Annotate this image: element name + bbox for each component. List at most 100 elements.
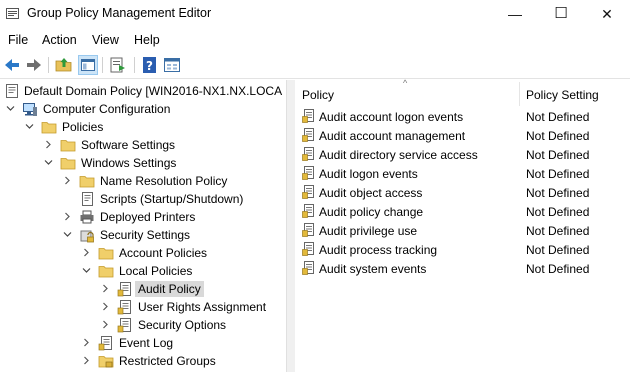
- tree-label: Local Policies: [119, 264, 193, 278]
- details-pane: ^ Policy Policy Setting Audit account lo…: [295, 78, 630, 372]
- chevron-down-icon[interactable]: [63, 230, 72, 239]
- menu-file[interactable]: File: [8, 33, 28, 47]
- tree-label: Security Settings: [100, 228, 191, 242]
- folder-icon: [98, 266, 114, 278]
- minimize-button[interactable]: —: [492, 0, 538, 28]
- column-header-policy[interactable]: Policy: [302, 88, 334, 102]
- policy-item-icon: [302, 109, 314, 123]
- menu-help[interactable]: Help: [134, 33, 160, 47]
- policy-row[interactable]: Audit privilege use Not Defined: [295, 221, 630, 240]
- tree-item-deployed-printers[interactable]: Deployed Printers: [0, 208, 284, 226]
- back-icon[interactable]: [2, 55, 22, 75]
- chevron-right-icon[interactable]: [82, 356, 91, 365]
- tree-label: User Rights Assignment: [138, 300, 267, 314]
- chevron-right-icon[interactable]: [82, 248, 91, 257]
- policy-list-icon: [117, 318, 131, 333]
- computer-icon: [23, 103, 37, 116]
- policy-name: Audit account management: [319, 129, 466, 143]
- policy-row[interactable]: Audit logon events Not Defined: [295, 164, 630, 183]
- chevron-right-icon[interactable]: [101, 320, 110, 329]
- menu-view[interactable]: View: [92, 33, 119, 47]
- column-divider[interactable]: [519, 82, 520, 106]
- printer-icon: [80, 210, 94, 224]
- policy-setting-value: Not Defined: [526, 205, 590, 219]
- policy-setting-value: Not Defined: [526, 148, 590, 162]
- show-hide-tree-icon: [81, 59, 95, 71]
- chevron-right-icon[interactable]: [101, 284, 110, 293]
- policy-name: Audit directory service access: [319, 148, 478, 162]
- sort-ascending-icon: ^: [403, 78, 408, 88]
- policy-setting-value: Not Defined: [526, 243, 590, 257]
- tree-item-computer-configuration[interactable]: Computer Configuration: [0, 100, 284, 118]
- policy-row[interactable]: Audit object access Not Defined: [295, 183, 630, 202]
- folder-icon: [41, 122, 57, 134]
- chevron-down-icon[interactable]: [6, 104, 15, 113]
- title-bar: Group Policy Management Editor — ☐ ✕: [0, 0, 630, 28]
- export-list-icon[interactable]: [108, 55, 128, 75]
- policy-document-icon: [6, 84, 18, 98]
- tree-item-audit-policy[interactable]: Audit Policy: [0, 280, 284, 298]
- chevron-down-icon[interactable]: [44, 158, 53, 167]
- properties-icon[interactable]: [162, 55, 182, 75]
- folder-icon: [79, 176, 95, 188]
- policy-item-icon: [302, 166, 314, 180]
- policy-name: Audit privilege use: [319, 224, 418, 238]
- tree-item-user-rights-assignment[interactable]: User Rights Assignment: [0, 298, 284, 316]
- tree-label: Policies: [62, 120, 104, 134]
- tree-label: Windows Settings: [81, 156, 177, 170]
- chevron-right-icon[interactable]: [63, 176, 72, 185]
- chevron-down-icon[interactable]: [25, 122, 34, 131]
- tree-item-event-log[interactable]: Event Log: [0, 334, 284, 352]
- policy-row[interactable]: Audit account management Not Defined: [295, 126, 630, 145]
- chevron-right-icon[interactable]: [101, 302, 110, 311]
- tree-item-software-settings[interactable]: Software Settings: [0, 136, 284, 154]
- policy-name: Audit logon events: [319, 167, 418, 181]
- policy-item-icon: [302, 204, 314, 218]
- policy-row[interactable]: Audit policy change Not Defined: [295, 202, 630, 221]
- policy-row[interactable]: Audit directory service access Not Define…: [295, 145, 630, 164]
- policy-row[interactable]: Audit system events Not Defined: [295, 259, 630, 278]
- tree-item-restricted-groups[interactable]: Restricted Groups: [0, 352, 284, 370]
- close-button[interactable]: ✕: [584, 0, 630, 28]
- tree-item-root[interactable]: Default Domain Policy [WIN2016-NX1.NX.LO…: [0, 82, 284, 100]
- policy-name: Audit process tracking: [319, 243, 438, 257]
- tree-label: Audit Policy: [135, 281, 204, 297]
- up-folder-icon[interactable]: [54, 55, 74, 75]
- tree-label: Event Log: [119, 336, 174, 350]
- policy-row[interactable]: Audit account logon events Not Defined: [295, 107, 630, 126]
- maximize-button[interactable]: ☐: [538, 0, 584, 28]
- menu-action[interactable]: Action: [42, 33, 77, 47]
- policy-name: Audit system events: [319, 262, 427, 276]
- tree-item-local-policies[interactable]: Local Policies: [0, 262, 284, 280]
- tree-label: Restricted Groups: [119, 354, 216, 368]
- forward-icon[interactable]: [24, 55, 44, 75]
- tree-item-name-resolution-policy[interactable]: Name Resolution Policy: [0, 172, 284, 190]
- policy-item-icon: [302, 185, 314, 199]
- menu-bar: File Action View Help: [0, 30, 630, 50]
- tree-item-scripts[interactable]: Scripts (Startup/Shutdown): [0, 190, 284, 208]
- pane-splitter[interactable]: [286, 80, 295, 372]
- folder-icon: [60, 158, 76, 170]
- policy-list-icon: [117, 282, 131, 297]
- tree-item-security-options[interactable]: Security Options: [0, 316, 284, 334]
- policy-setting-value: Not Defined: [526, 129, 590, 143]
- toolbar-separator: [102, 57, 103, 73]
- tree-item-policies[interactable]: Policies: [0, 118, 284, 136]
- policy-name: Audit object access: [319, 186, 423, 200]
- chevron-down-icon[interactable]: [82, 266, 91, 275]
- tree-item-windows-settings[interactable]: Windows Settings: [0, 154, 284, 172]
- help-icon[interactable]: ?: [140, 55, 160, 75]
- tree-item-security-settings[interactable]: Security Settings: [0, 226, 284, 244]
- column-header-policy-setting[interactable]: Policy Setting: [526, 88, 599, 102]
- show-hide-tree-button[interactable]: [78, 55, 98, 75]
- policy-list-icon: [117, 300, 131, 315]
- chevron-right-icon[interactable]: [44, 140, 53, 149]
- toolbar: ?: [0, 52, 630, 78]
- chevron-right-icon[interactable]: [63, 212, 72, 221]
- security-lock-icon: [80, 230, 94, 243]
- toolbar-separator: [134, 57, 135, 73]
- policy-setting-value: Not Defined: [526, 224, 590, 238]
- chevron-right-icon[interactable]: [82, 338, 91, 347]
- tree-item-account-policies[interactable]: Account Policies: [0, 244, 284, 262]
- policy-row[interactable]: Audit process tracking Not Defined: [295, 240, 630, 259]
